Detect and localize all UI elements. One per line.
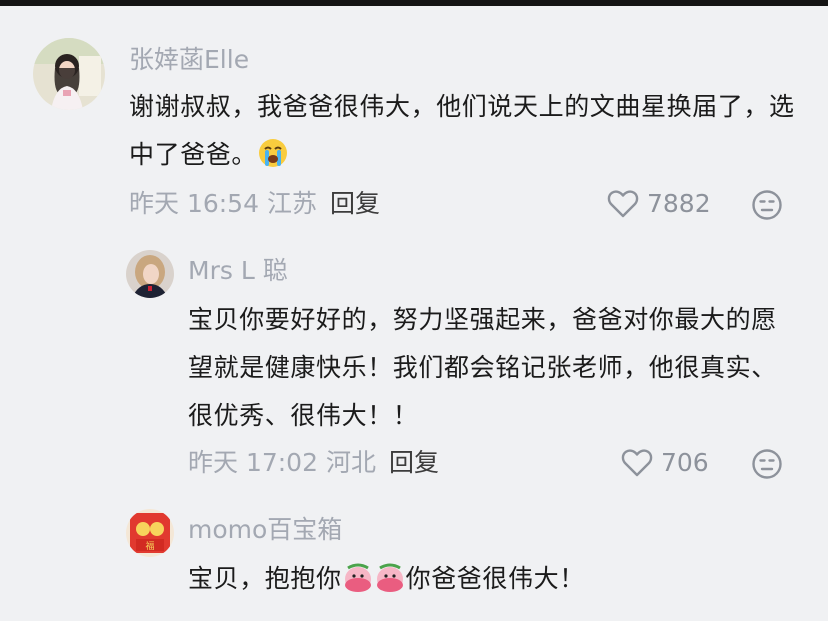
crying-face-emoji	[257, 137, 289, 185]
heart-outline-icon	[607, 190, 639, 218]
comment-text: 宝贝你要好好的，努力坚强起来，爸爸对你最大的愿望就是健康快乐！我们都会铭记张老师…	[188, 305, 777, 430]
comment-location: 江苏	[266, 189, 317, 218]
like-count: 706	[661, 448, 709, 477]
comment-location: 河北	[325, 448, 376, 477]
dislike-face-icon	[752, 449, 782, 479]
svg-text:福: 福	[145, 540, 154, 552]
like-button[interactable]: 706	[621, 447, 709, 479]
hug-sticker	[342, 559, 406, 609]
top-status-bar	[0, 0, 828, 6]
heart-outline-icon	[621, 449, 653, 477]
comment-meta: 昨天 16:54 江苏	[129, 189, 317, 219]
avatar[interactable]	[126, 250, 174, 298]
comment-username[interactable]: 张婞菡Elle	[129, 45, 249, 75]
comment-text-after: 你爸爸很伟大！	[405, 564, 585, 593]
avatar[interactable]	[33, 38, 105, 110]
comment-text: 宝贝，抱抱你 你爸爸很伟大！	[188, 555, 800, 609]
reply-button[interactable]: 回复	[389, 448, 439, 478]
like-button[interactable]: 7882	[607, 188, 711, 220]
comment-meta: 昨天 17:02 河北	[188, 448, 376, 478]
comment-text: 谢谢叔叔，我爸爸很伟大，他们说天上的文曲星换届了，选中了爸爸。	[129, 83, 805, 185]
dislike-button[interactable]	[751, 189, 783, 221]
avatar[interactable]: 福	[126, 509, 174, 557]
comment-text-before: 宝贝，抱抱你	[188, 564, 342, 593]
comment-username[interactable]: momo百宝箱	[188, 515, 342, 545]
dislike-face-icon	[752, 190, 782, 220]
comment-time: 昨天 17:02	[188, 448, 318, 477]
comment-username[interactable]: Mrs L 聪	[188, 256, 288, 286]
comment-time: 昨天 16:54	[129, 189, 259, 218]
like-count: 7882	[647, 189, 711, 218]
reply-button[interactable]: 回复	[330, 189, 380, 219]
dislike-button[interactable]	[751, 448, 783, 480]
comment-text-body: 谢谢叔叔，我爸爸很伟大，他们说天上的文曲星换届了，选中了爸爸。	[129, 92, 795, 169]
